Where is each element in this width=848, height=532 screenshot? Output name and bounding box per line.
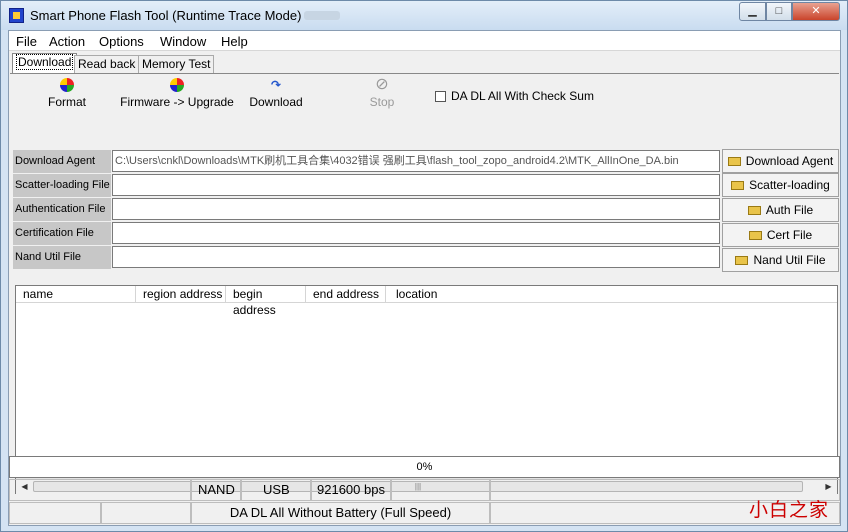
checksum-checkbox[interactable]: DA DL All With Check Sum [435, 89, 594, 103]
watermark-text: 小白之家 [749, 499, 830, 521]
status-cell-1 [9, 479, 191, 501]
nand-util-button[interactable]: Nand Util File [722, 248, 839, 272]
cert-file-label: Certification File [13, 222, 111, 245]
list-header: name region address begin address end ad… [16, 286, 837, 317]
progress-bar: 0% [9, 456, 840, 478]
scatter-file-field[interactable] [112, 174, 720, 196]
menu-options[interactable]: Options [99, 34, 144, 49]
firmware-upgrade-button[interactable]: Firmware -> Upgrade [118, 78, 236, 116]
format-button[interactable]: Format [43, 78, 91, 116]
window-title: Smart Phone Flash Tool (Runtime Trace Mo… [30, 8, 302, 23]
close-button[interactable]: ✕ [792, 2, 840, 21]
folder-icon [731, 181, 745, 190]
status-cell-5 [391, 479, 490, 501]
auth-file-button[interactable]: Auth File [722, 198, 839, 222]
column-region-address[interactable]: region address [136, 286, 226, 303]
nand-util-label: Nand Util File [13, 246, 111, 269]
app-window: Smart Phone Flash Tool (Runtime Trace Mo… [0, 0, 848, 532]
progress-label: 0% [416, 461, 433, 473]
scatter-loading-button[interactable]: Scatter-loading [722, 173, 839, 197]
status-cell-8 [101, 502, 191, 524]
tab-read-back[interactable]: Read back [74, 55, 140, 73]
stop-button[interactable]: ⊘ Stop [364, 76, 400, 116]
download-agent-path-field[interactable]: C:\Users\cnkl\Downloads\MTK刷机工具合集\4032错误… [112, 150, 720, 172]
minimize-button[interactable]: ▁ [739, 2, 766, 21]
download-panel: Format Firmware -> Upgrade ↷ Download ⊘ … [10, 73, 839, 494]
nand-util-field[interactable] [112, 246, 720, 268]
column-end-address[interactable]: end address [306, 286, 386, 303]
status-cell-7 [9, 502, 101, 524]
menu-action[interactable]: Action [49, 34, 85, 49]
checkbox-box [435, 91, 446, 102]
client-area: File Action Options Window Help Download… [8, 30, 841, 526]
download-agent-label: Download Agent [13, 150, 111, 173]
column-location[interactable]: location [386, 286, 837, 303]
format-icon [60, 78, 74, 92]
tab-memory-test[interactable]: Memory Test [138, 55, 215, 73]
title-bar[interactable]: Smart Phone Flash Tool (Runtime Trace Mo… [1, 1, 847, 30]
status-usb: USB [241, 479, 311, 501]
menu-bar: File Action Options Window Help [9, 31, 840, 51]
checksum-label: DA DL All With Check Sum [451, 89, 594, 103]
title-blur [304, 11, 340, 20]
download-agent-button[interactable]: Download Agent [722, 149, 839, 173]
column-name[interactable]: name [16, 286, 136, 303]
folder-icon [735, 256, 749, 265]
app-icon [9, 8, 24, 23]
auth-file-label: Authentication File [13, 198, 111, 221]
auth-file-field[interactable] [112, 198, 720, 220]
download-icon: ↷ [270, 78, 282, 92]
status-baud: 921600 bps [311, 479, 391, 501]
folder-icon [727, 157, 741, 166]
folder-icon [748, 231, 762, 240]
cert-file-button[interactable]: Cert File [722, 223, 839, 247]
folder-icon [747, 206, 761, 215]
upgrade-icon [170, 78, 184, 92]
cert-file-field[interactable] [112, 222, 720, 244]
menu-window[interactable]: Window [160, 34, 206, 49]
scatter-file-label: Scatter-loading File [13, 174, 111, 197]
status-mode: DA DL All Without Battery (Full Speed) [191, 502, 490, 524]
status-nand: NAND [191, 479, 241, 501]
download-button[interactable]: ↷ Download [245, 78, 307, 116]
maximize-button[interactable]: □ [766, 2, 792, 21]
menu-file[interactable]: File [16, 34, 37, 49]
stop-icon: ⊘ [375, 76, 389, 93]
tab-download[interactable]: Download [12, 53, 78, 73]
menu-help[interactable]: Help [221, 34, 248, 49]
column-begin-address[interactable]: begin address [226, 286, 306, 317]
